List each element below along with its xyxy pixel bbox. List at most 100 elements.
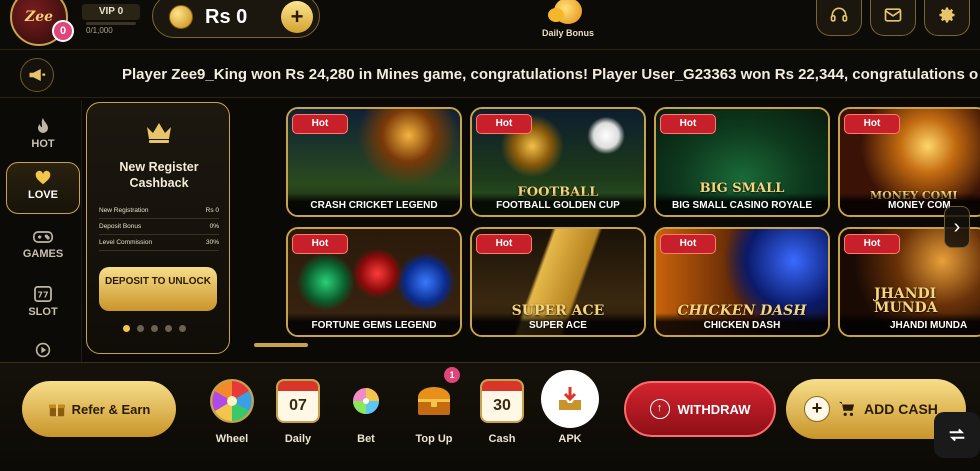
category-love[interactable]: LOVE (6, 162, 80, 214)
category-video[interactable] (6, 340, 80, 360)
chevron-right-icon: › (953, 216, 961, 238)
slot-777-icon: 77 (34, 286, 52, 302)
withdraw-button[interactable]: ↑ WITHDRAW (624, 381, 776, 437)
category-label: LOVE (28, 189, 58, 201)
vip-progress-text: 0/1,000 (86, 26, 113, 35)
grid-scroll-indicator (254, 343, 308, 347)
cash-button[interactable]: 30 Cash (470, 375, 534, 445)
game-title: FOOTBALL GOLDEN CUP (472, 193, 644, 215)
game-card-football-golden-cup[interactable]: FOOTBALL Hot FOOTBALL GOLDEN CUP (470, 107, 646, 217)
bet-button[interactable]: Bet (334, 375, 398, 445)
top-bar: Zee 0 VIP 0 0/1,000 Rs 0 + Daily Bonus (0, 0, 980, 50)
cash-label: Cash (488, 433, 516, 445)
category-label: GAMES (22, 248, 64, 260)
game-art-text: JHANDI MUNDA (874, 286, 938, 316)
withdraw-label: WITHDRAW (677, 401, 751, 417)
deposit-to-unlock-button[interactable]: DEPOSIT TO UNLOCK (99, 267, 217, 311)
game-title: CRASH CRICKET LEGEND (288, 193, 460, 215)
apk-download-button[interactable]: APK (538, 370, 602, 445)
vip-progress-bar (86, 22, 136, 25)
flame-icon (38, 118, 48, 133)
hot-badge: Hot (476, 234, 532, 254)
category-label: HOT (31, 138, 55, 150)
hot-badge: Hot (292, 114, 348, 134)
promo-row: Deposit Bonus 0% (99, 219, 219, 235)
promo-table: New Registration Rs 0 Deposit Bonus 0% Lev… (99, 203, 219, 251)
vip-level-label[interactable]: VIP 0 (82, 4, 140, 20)
carousel-dot[interactable] (179, 325, 186, 332)
category-label: SLOT (28, 306, 58, 318)
game-title: CHICKEN DASH (656, 313, 828, 335)
game-card-big-small[interactable]: BIG SMALL Hot BIG SMALL CASINO ROYALE (654, 107, 830, 217)
crown-icon (147, 123, 171, 143)
calendar-number: 30 (493, 397, 511, 414)
carousel-dot[interactable] (123, 325, 130, 332)
category-nav: HOT LOVE GAMES 77 SLOT (0, 100, 82, 362)
gamepad-icon (33, 231, 53, 243)
game-title: BIG SMALL CASINO ROYALE (656, 193, 828, 215)
megaphone-icon (29, 69, 46, 81)
game-card-fortune-gems[interactable]: Hot FORTUNE GEMS LEGEND (286, 227, 462, 337)
game-title: JHANDI MUNDA (840, 313, 980, 335)
daily-label: Daily (284, 433, 312, 445)
wheel-label: Wheel (215, 433, 249, 445)
coin-icon (169, 5, 193, 29)
hot-badge: Hot (660, 114, 716, 134)
promo-row-label: New Registration (99, 207, 149, 214)
refer-earn-button[interactable]: Refer & Earn (22, 381, 176, 437)
daily-bonus-button[interactable]: Daily Bonus (530, 0, 606, 44)
bet-label: Bet (357, 433, 375, 445)
mail-icon (884, 7, 902, 22)
avatar-badge: 0 (52, 20, 74, 42)
wheel-icon (210, 379, 254, 423)
refer-label: Refer & Earn (71, 401, 151, 417)
rotate-screen-button[interactable] (934, 412, 980, 458)
apk-label: APK (558, 433, 582, 445)
download-tray-icon (559, 387, 581, 410)
arrow-up-icon: ↑ (649, 399, 670, 419)
plus-icon: + (804, 396, 830, 422)
promo-row-value: 0% (209, 223, 219, 230)
play-circle-icon (35, 342, 51, 358)
category-hot[interactable]: HOT (6, 112, 80, 164)
carousel-dot[interactable] (165, 325, 172, 332)
bet-wheel-icon (353, 388, 379, 414)
cart-icon (839, 401, 855, 416)
register-cashback-card[interactable]: New Register Cashback New Registration Rs… (86, 102, 230, 354)
add-balance-button[interactable]: + (281, 1, 313, 33)
rotate-icon (949, 428, 965, 442)
bottom-action-bar: Refer & Earn Wheel 07 Daily Bet 1 Top Up… (0, 362, 980, 471)
daily-button[interactable]: 07 Daily (266, 375, 330, 445)
category-slot[interactable]: 77 SLOT (6, 280, 80, 332)
next-page-arrow[interactable]: › (944, 206, 970, 248)
wheel-button[interactable]: Wheel (200, 375, 264, 445)
top-up-button[interactable]: 1 Top Up (402, 367, 466, 445)
carousel-dot[interactable] (151, 325, 158, 332)
add-cash-label: ADD CASH (864, 401, 938, 417)
ticker-message: Player Zee9_King won Rs 24,280 in Mines … (122, 66, 979, 83)
promo-row-label: Deposit Bonus (99, 223, 142, 230)
game-card-super-ace[interactable]: SUPER ACE Hot SUPER ACE (470, 227, 646, 337)
game-card-chicken-dash[interactable]: CHICKEN DASH Hot CHICKEN DASH (654, 227, 830, 337)
announcement-button[interactable] (20, 58, 54, 92)
promo-row: New Registration Rs 0 (99, 203, 219, 219)
hot-badge: Hot (844, 114, 900, 134)
game-title: SUPER ACE (472, 313, 644, 335)
category-games[interactable]: GAMES (6, 222, 80, 274)
game-title: FORTUNE GEMS LEGEND (288, 313, 460, 335)
winner-ticker: Player Zee9_King won Rs 24,280 in Mines … (0, 50, 980, 98)
settings-button[interactable] (924, 0, 970, 36)
headset-icon (830, 7, 848, 22)
gear-icon (939, 7, 955, 22)
support-button[interactable] (816, 0, 862, 36)
hot-badge: Hot (292, 234, 348, 254)
notification-badge: 1 (444, 367, 460, 383)
daily-bonus-label: Daily Bonus (541, 28, 594, 38)
mail-button[interactable] (870, 0, 916, 36)
calendar-icon: 07 (276, 379, 320, 423)
carousel-dot[interactable] (137, 325, 144, 332)
game-card-crash-cricket[interactable]: Hot CRASH CRICKET LEGEND (286, 107, 462, 217)
game-card-money-coming[interactable]: MONEY COMI Hot MONEY COM (838, 107, 980, 217)
avatar-logo-text: Zee (24, 9, 54, 25)
gift-icon (48, 404, 65, 417)
